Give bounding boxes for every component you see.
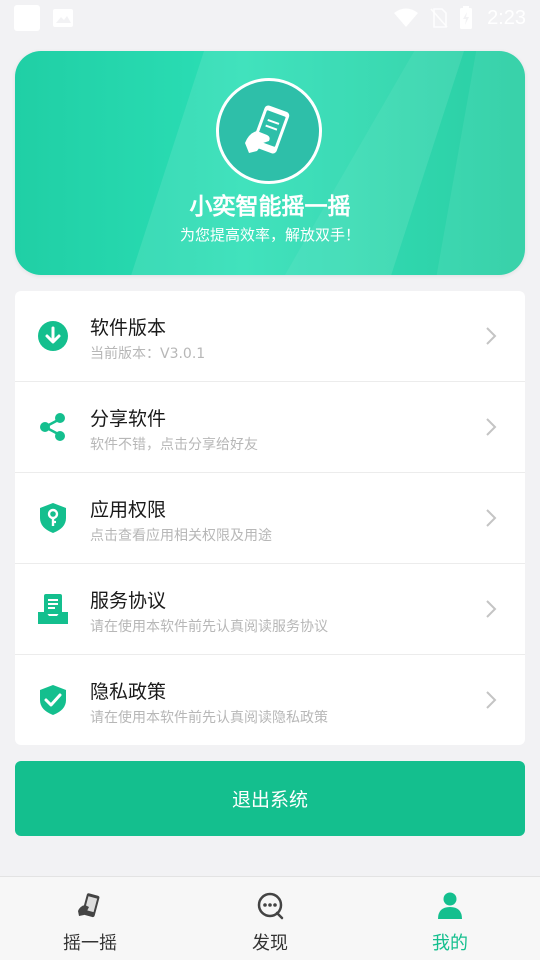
chevron-right-icon: [486, 691, 497, 709]
tab-label: 发现: [252, 933, 288, 954]
settings-menu: 软件版本 当前版本：V3.0.1 分享软件 软件不错，点击分享给好友 应用权限 …: [15, 291, 525, 745]
logout-button[interactable]: 退出系统: [15, 761, 525, 836]
menu-item-subtitle: 请在使用本软件前先认真阅读隐私政策: [90, 710, 328, 726]
bottom-tab-bar: 摇一摇 发现 我的: [0, 876, 540, 960]
image-notification-icon: [53, 9, 73, 27]
chevron-right-icon: [486, 600, 497, 618]
menu-item-permissions[interactable]: 应用权限 点击查看应用相关权限及用途: [15, 473, 525, 564]
shake-phone-icon: [78, 893, 100, 918]
shield-key-icon: [40, 503, 66, 533]
menu-item-share[interactable]: 分享软件 软件不错，点击分享给好友: [15, 382, 525, 473]
hero-banner: 小奕智能摇一摇 为您提高效率，解放双手！: [15, 51, 525, 275]
chevron-right-icon: [486, 418, 497, 436]
chevron-right-icon: [486, 327, 497, 345]
menu-item-title: 软件版本: [90, 317, 167, 339]
person-icon: [438, 892, 462, 919]
tab-label: 摇一摇: [63, 933, 117, 954]
menu-item-subtitle: 当前版本：V3.0.1: [90, 346, 206, 362]
tab-shake[interactable]: 摇一摇: [0, 877, 180, 960]
menu-item-title: 隐私政策: [90, 681, 167, 703]
menu-item-subtitle: 点击查看应用相关权限及用途: [90, 528, 272, 544]
download-icon: [38, 321, 68, 351]
status-time: 2:23: [487, 6, 526, 29]
discover-chat-icon: [257, 892, 284, 920]
tab-label: 我的: [432, 933, 468, 954]
chevron-right-icon: [486, 509, 497, 527]
menu-item-title: 服务协议: [90, 590, 167, 612]
tab-discover[interactable]: 发现: [180, 877, 360, 960]
hero-subtitle: 为您提高效率，解放双手！: [179, 226, 360, 244]
menu-item-terms[interactable]: 服务协议 请在使用本软件前先认真阅读服务协议: [15, 564, 525, 655]
notification-square-icon: [14, 5, 40, 31]
status-bar: 2:23: [0, 0, 540, 36]
battery-icon: [460, 6, 473, 29]
wifi-icon: [394, 8, 419, 27]
menu-item-subtitle: 软件不错，点击分享给好友: [90, 437, 258, 453]
shake-hand-phone-icon: [245, 105, 290, 154]
shield-check-icon: [40, 685, 66, 715]
menu-item-title: 分享软件: [90, 408, 167, 430]
share-icon: [40, 413, 65, 441]
tab-mine[interactable]: 我的: [360, 877, 540, 960]
no-sim-icon: [430, 8, 448, 28]
menu-item-title: 应用权限: [90, 499, 167, 521]
menu-item-subtitle: 请在使用本软件前先认真阅读服务协议: [90, 619, 328, 635]
document-tray-icon: [38, 594, 68, 624]
menu-item-version[interactable]: 软件版本 当前版本：V3.0.1: [15, 291, 525, 382]
hero-title: 小奕智能摇一摇: [189, 194, 351, 220]
app-logo: [216, 78, 322, 184]
menu-item-privacy[interactable]: 隐私政策 请在使用本软件前先认真阅读隐私政策: [15, 655, 525, 745]
